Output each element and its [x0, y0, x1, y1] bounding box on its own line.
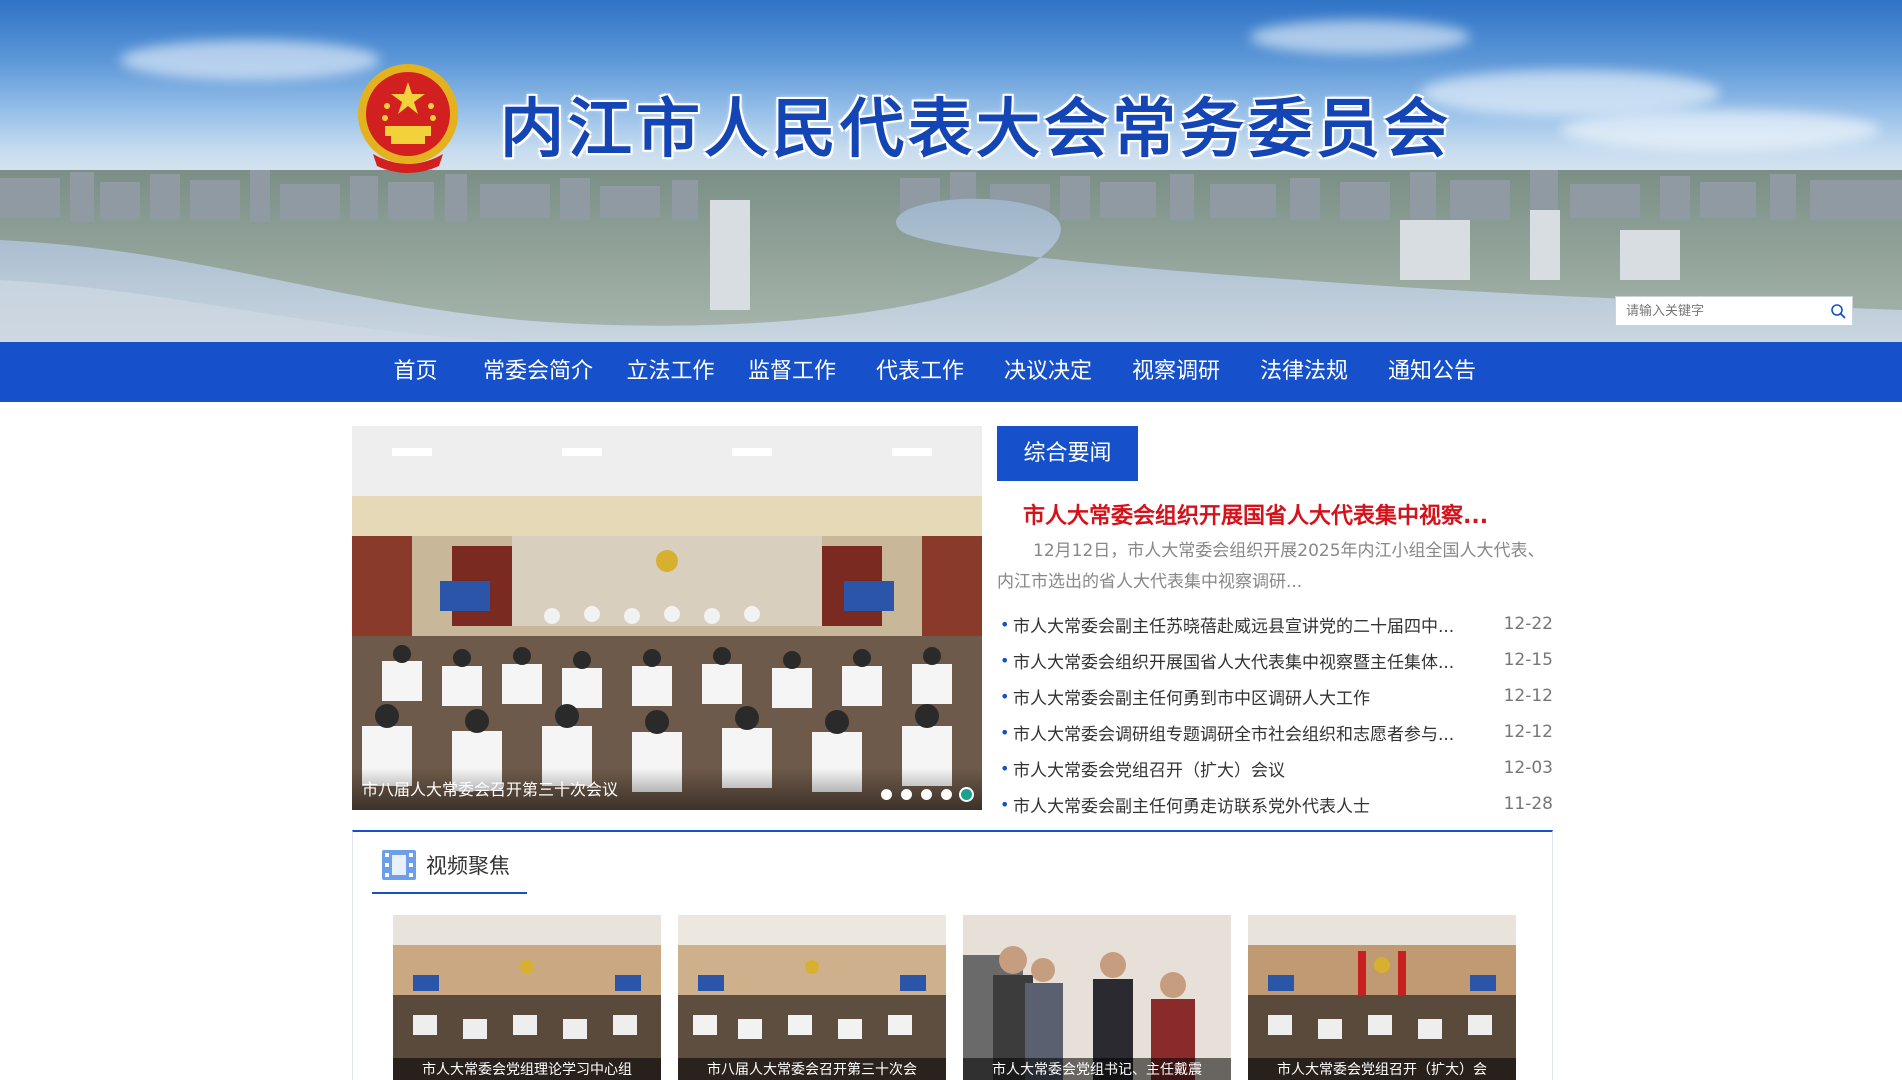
- nav-item-home[interactable]: 首页: [368, 342, 463, 402]
- nav-item-inspection[interactable]: 视察调研: [1112, 342, 1240, 402]
- news-headline[interactable]: 市人大常委会组织开展国省人大代表集中视察...: [1023, 498, 1543, 530]
- news-list-item[interactable]: • 市人大常委会副主任何勇走访联系党外代表人士 11-28: [997, 786, 1553, 822]
- news-item-date: 12-03: [1503, 758, 1553, 778]
- carousel-dot[interactable]: [901, 789, 912, 800]
- meeting-photo: [352, 426, 982, 810]
- news-item-title[interactable]: 市人大常委会组织开展国省人大代表集中视察暨主任集体...: [1013, 648, 1493, 673]
- news-list-item[interactable]: • 市人大常委会副主任苏晓蓓赴威远县宣讲党的二十届四中... 12-22: [997, 606, 1553, 642]
- news-item-title[interactable]: 市人大常委会副主任何勇到市中区调研人大工作: [1013, 684, 1493, 709]
- news-item-date: 12-12: [1503, 686, 1553, 706]
- bullet-icon: •: [1000, 686, 1010, 706]
- bullet-icon: •: [1000, 614, 1010, 634]
- video-focus-label: 视频聚焦: [426, 854, 510, 878]
- bullet-icon: •: [1000, 794, 1010, 814]
- news-list-item[interactable]: • 市人大常委会调研组专题调研全市社会组织和志愿者参与... 12-12: [997, 714, 1553, 750]
- header-banner: 内江市人民代表大会常务委员会: [0, 0, 1902, 342]
- video-card[interactable]: 市人大常委会党组书记、主任戴震: [963, 915, 1231, 1080]
- cloud: [120, 40, 380, 80]
- video-caption: 市人大常委会党组召开（扩大）会: [1248, 1058, 1516, 1080]
- search-input[interactable]: [1616, 297, 1824, 325]
- video-focus-section: 视频聚焦 市人大常委会党组理论学习中心组 市八届人大常委会召开第三十次会 市人大…: [352, 830, 1553, 1080]
- film-icon: [382, 850, 416, 880]
- nav-item-resolutions[interactable]: 决议决定: [984, 342, 1112, 402]
- cloud: [1250, 20, 1470, 54]
- news-list: • 市人大常委会副主任苏晓蓓赴威远县宣讲党的二十届四中... 12-22 • 市…: [997, 606, 1553, 822]
- video-caption: 市人大常委会党组理论学习中心组: [393, 1058, 661, 1080]
- nav-item-supervision[interactable]: 监督工作: [728, 342, 856, 402]
- carousel-dots: [881, 789, 972, 800]
- photo-carousel[interactable]: 市八届人大常委会召开第三十次会议: [352, 426, 982, 810]
- video-thumbnail: [963, 915, 1231, 1080]
- search-box: [1615, 296, 1853, 326]
- news-panel: 综合要闻 市人大常委会组织开展国省人大代表集中视察... 12月12日，市人大常…: [997, 426, 1553, 817]
- national-emblem-logo: [358, 64, 458, 173]
- video-card[interactable]: 市八届人大常委会召开第三十次会: [678, 915, 946, 1080]
- carousel-dot-active[interactable]: [961, 789, 972, 800]
- tab-general-news[interactable]: 综合要闻: [997, 426, 1138, 481]
- news-item-date: 12-12: [1503, 722, 1553, 742]
- news-item-title[interactable]: 市人大常委会副主任苏晓蓓赴威远县宣讲党的二十届四中...: [1013, 612, 1493, 637]
- news-list-item[interactable]: • 市人大常委会党组召开（扩大）会议 12-03: [997, 750, 1553, 786]
- nav-item-laws[interactable]: 法律法规: [1240, 342, 1368, 402]
- carousel-dot[interactable]: [881, 789, 892, 800]
- bullet-icon: •: [1000, 758, 1010, 778]
- cloud: [1560, 110, 1880, 150]
- video-caption: 市人大常委会党组书记、主任戴震: [963, 1058, 1231, 1080]
- video-card[interactable]: 市人大常委会党组召开（扩大）会: [1248, 915, 1516, 1080]
- news-item-date: 12-15: [1503, 650, 1553, 670]
- news-list-item[interactable]: • 市人大常委会副主任何勇到市中区调研人大工作 12-12: [997, 678, 1553, 714]
- nav-item-committee-intro[interactable]: 常委会简介: [463, 342, 613, 402]
- carousel-caption[interactable]: 市八届人大常委会召开第三十次会议: [362, 776, 618, 800]
- bullet-icon: •: [1000, 650, 1010, 670]
- news-item-date: 12-22: [1503, 614, 1553, 634]
- video-thumbnail: [1248, 915, 1516, 1080]
- video-card[interactable]: 市人大常委会党组理论学习中心组: [393, 915, 661, 1080]
- news-list-item[interactable]: • 市人大常委会组织开展国省人大代表集中视察暨主任集体... 12-15: [997, 642, 1553, 678]
- video-thumbnail: [393, 915, 661, 1080]
- main-nav: 首页 常委会简介 立法工作 监督工作 代表工作 决议决定 视察调研 法律法规 通…: [0, 342, 1902, 402]
- carousel-dot[interactable]: [921, 789, 932, 800]
- site-title: 内江市人民代表大会常务委员会: [500, 92, 1452, 167]
- news-item-title[interactable]: 市人大常委会调研组专题调研全市社会组织和志愿者参与...: [1013, 720, 1493, 745]
- news-item-title[interactable]: 市人大常委会副主任何勇走访联系党外代表人士: [1013, 792, 1493, 817]
- video-thumbnail: [678, 915, 946, 1080]
- news-item-date: 11-28: [1503, 794, 1553, 814]
- carousel-dot[interactable]: [941, 789, 952, 800]
- video-focus-heading[interactable]: 视频聚焦: [372, 832, 527, 894]
- video-caption: 市八届人大常委会召开第三十次会: [678, 1058, 946, 1080]
- search-icon[interactable]: [1824, 297, 1852, 325]
- nav-item-deputy-work[interactable]: 代表工作: [856, 342, 984, 402]
- cloud: [1420, 70, 1720, 116]
- nav-item-legislation[interactable]: 立法工作: [613, 342, 728, 402]
- news-item-title[interactable]: 市人大常委会党组召开（扩大）会议: [1013, 756, 1493, 781]
- bullet-icon: •: [1000, 722, 1010, 742]
- news-summary: 12月12日，市人大常委会组织开展2025年内江小组全国人大代表、内江市选出的省…: [997, 541, 1545, 592]
- nav-item-notices[interactable]: 通知公告: [1368, 342, 1496, 402]
